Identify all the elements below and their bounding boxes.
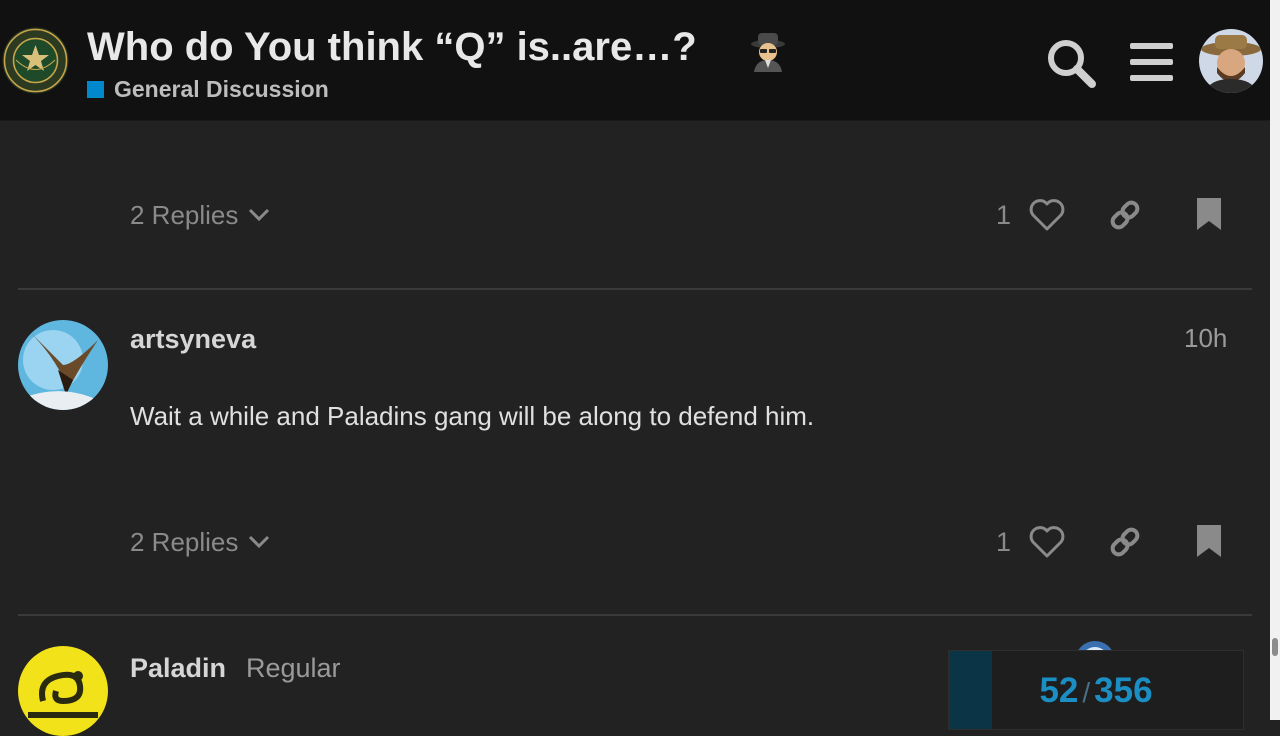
artsyneva-avatar[interactable] <box>18 320 108 410</box>
topic-progress[interactable]: 52/356 <box>948 650 1244 730</box>
heart-icon[interactable] <box>1029 198 1065 232</box>
post-username[interactable]: artsyneva <box>130 324 256 355</box>
post-date[interactable]: 10h <box>1184 323 1227 354</box>
post-username[interactable]: Paladin <box>130 653 226 684</box>
user-title: Regular <box>246 653 341 683</box>
hamburger-menu-icon[interactable] <box>1128 41 1175 83</box>
bookmark-icon[interactable] <box>1196 197 1222 231</box>
progress-text: 52/356 <box>949 671 1243 711</box>
post-actions: 2 Replies 1 <box>0 190 1270 240</box>
heart-icon[interactable] <box>1029 525 1065 559</box>
chevron-down-icon <box>249 208 270 222</box>
category-badge[interactable]: General Discussion <box>87 76 329 103</box>
link-icon[interactable] <box>1108 525 1142 559</box>
category-color-swatch <box>87 81 104 98</box>
link-icon[interactable] <box>1108 198 1142 232</box>
chevron-down-icon <box>249 535 270 549</box>
scrollbar-thumb[interactable] <box>1272 638 1278 656</box>
site-header: Who do You think “Q” is..are…? General D… <box>0 0 1270 121</box>
post-divider <box>18 288 1252 290</box>
topic-title[interactable]: Who do You think “Q” is..are…? <box>87 22 697 72</box>
detective-emoji-icon <box>748 30 788 72</box>
progress-current: 52 <box>1039 671 1079 710</box>
post-actions: 2 Replies 1 <box>0 517 1270 567</box>
category-label: General Discussion <box>114 76 329 102</box>
replies-label: 2 Replies <box>130 199 239 230</box>
replies-toggle-button[interactable]: 2 Replies <box>130 517 270 567</box>
progress-separator: / <box>1082 677 1091 708</box>
current-user-avatar[interactable] <box>1199 29 1263 93</box>
post-body: Wait a while and Paladins gang will be a… <box>130 401 815 431</box>
site-logo[interactable] <box>2 27 69 94</box>
paladin-avatar[interactable] <box>18 646 108 736</box>
post-divider <box>18 614 1252 616</box>
bookmark-icon[interactable] <box>1196 524 1222 558</box>
search-icon[interactable] <box>1044 36 1098 90</box>
like-count: 1 <box>996 527 1012 557</box>
replies-label: 2 Replies <box>130 526 239 557</box>
replies-toggle-button[interactable]: 2 Replies <box>130 190 270 240</box>
like-count: 1 <box>996 200 1012 230</box>
scrollbar-track[interactable] <box>1270 0 1280 720</box>
progress-total: 356 <box>1094 671 1153 710</box>
